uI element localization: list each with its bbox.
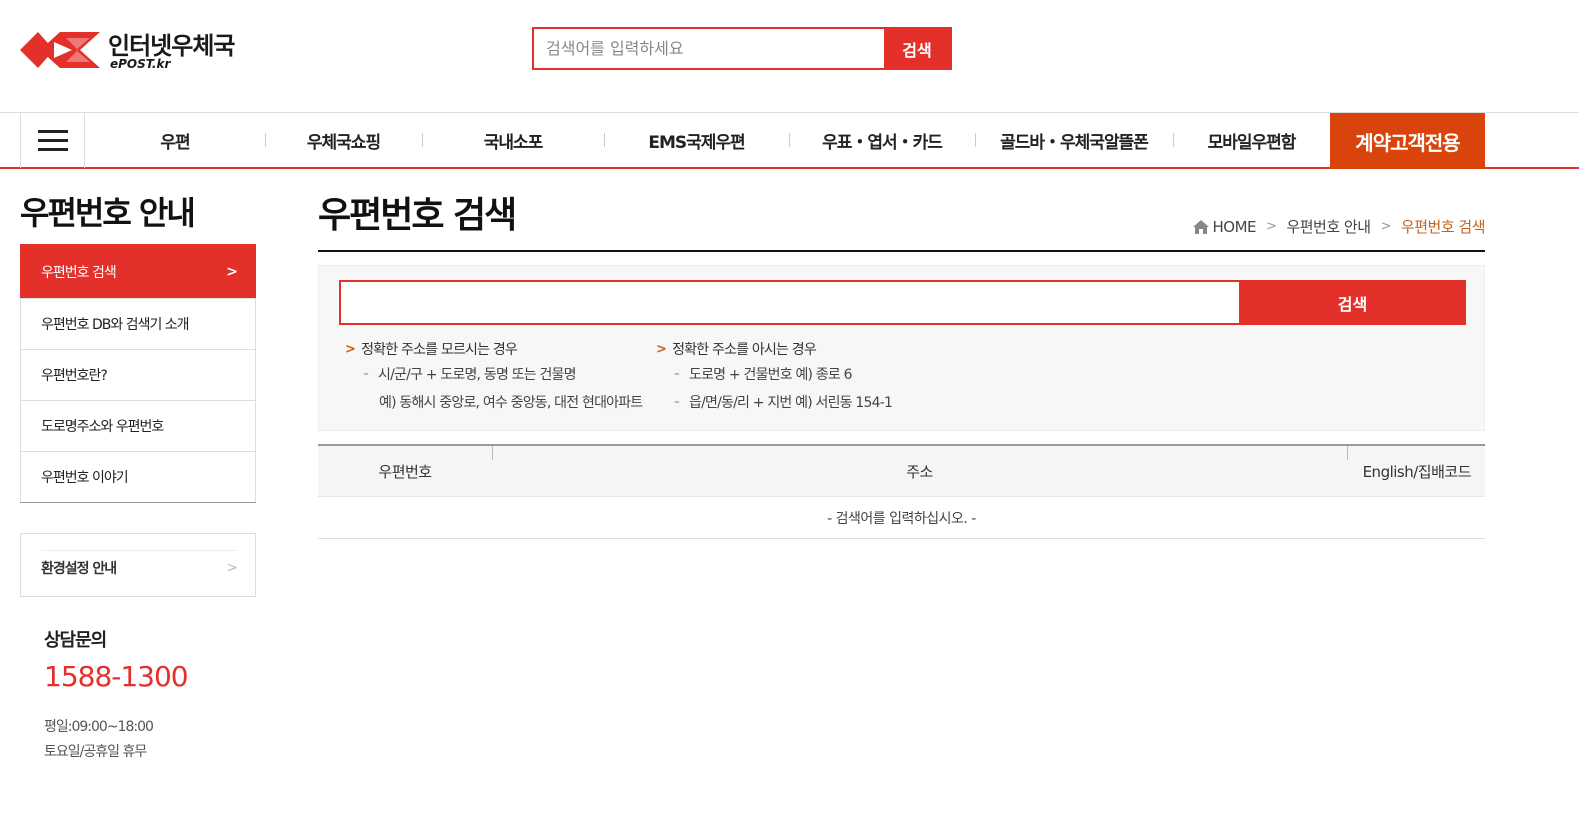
zipcode-search-input[interactable] [339,280,1239,325]
customer-service-weekday-hours: 평일:09:00~18:00 [44,719,154,735]
column-header-address: 주소 [906,462,933,481]
sidebar-item-label: 우편번호 검색 [41,264,117,281]
arrow-right-icon: > [345,341,356,357]
zipcode-search-box: 검색 [339,280,1466,325]
tip-example: 예) 동해시 중앙로, 여수 중앙동, 대전 현대아파트 [379,395,643,411]
breadcrumb-zipcode-guide[interactable]: 우편번호 안내 [1286,216,1371,237]
breadcrumb-current: 우편번호 검색 [1400,218,1486,236]
arrow-right-icon: > [656,341,667,357]
gnb-item-shopping[interactable]: 우체국쇼핑 [265,113,422,168]
gnb-item-parcel[interactable]: 국내소포 [422,113,604,168]
tips-known-address: > 정확한 주소를 아시는 경우 - 도로명 + 건물번호 예) 종로 6 - … [656,338,893,416]
gnb-item-post[interactable]: 우편 [85,113,265,168]
environment-settings-box: 환경설정 안내 > [20,533,256,597]
zipcode-search-button[interactable]: 검색 [1239,280,1466,325]
result-table: 우편번호 주소 English/집배코드 - 검색어를 입력하십시오. - [318,444,1485,539]
breadcrumb-separator-icon: > [1266,219,1277,234]
sidebar-item-label: 우편번호란? [41,368,108,384]
gnb-item-mobile-mailbox[interactable]: 모바일우편함 [1173,113,1330,168]
breadcrumb-home[interactable]: HOME [1213,218,1257,236]
customer-service-weekend-hours: 토요일/공휴일 휴무 [44,744,147,760]
sidebar-menu: 우편번호 검색 > 우편번호 DB와 검색기 소개 우편번호란? 도로명주소와 … [20,244,256,503]
sidebar-item-zipcode-story[interactable]: 우편번호 이야기 [20,451,256,502]
tip-text: 도로명 + 건물번호 예) 종로 6 [689,367,853,383]
tip-text: 시/군/구 + 도로명, 동명 또는 건물명 [378,367,577,383]
result-empty-message: - 검색어를 입력하십시오. - [318,496,1485,539]
gnb-items: 우편 우체국쇼핑 국내소포 EMS국제우편 우표・엽서・카드 골드바・우체국알뜰… [85,113,1330,168]
gnb-item-ems[interactable]: EMS국제우편 [604,113,789,168]
top-search-box: 검색 [532,27,952,70]
sidebar-item-db-intro[interactable]: 우편번호 DB와 검색기 소개 [20,298,256,349]
column-header-english: English/집배코드 [1362,462,1472,481]
tips-unknown-address: > 정확한 주소를 모르시는 경우 - 시/군/구 + 도로명, 동명 또는 건… [345,338,643,416]
column-header-zipcode: 우편번호 [378,462,432,481]
customer-service-title: 상담문의 [44,630,107,651]
contract-customer-button[interactable]: 계약고객전용 [1330,113,1485,169]
title-divider [318,250,1485,252]
environment-settings-label: 환경설정 안내 [41,560,117,577]
logo-subtitle: ePOST.kr [110,57,171,71]
epost-logo-icon [20,32,100,68]
environment-settings-link[interactable]: 환경설정 안내 > [41,550,238,584]
header: 인터넷우체국 ePOST.kr 검색 [0,0,1579,112]
chevron-right-icon: > [226,263,238,280]
top-search-button[interactable]: 검색 [884,29,950,68]
tip-heading: 정확한 주소를 모르시는 경우 [361,342,518,358]
dash-icon: - [363,366,369,382]
dash-icon: - [674,394,680,410]
top-search-input[interactable] [534,29,884,68]
result-table-header: 우편번호 주소 English/집배코드 [318,444,1485,496]
tip-text: 읍/면/동/리 + 지번 예) 서린동 154-1 [689,395,893,411]
customer-service-phone: 1588-1300 [44,660,189,693]
tip-heading: 정확한 주소를 아시는 경우 [672,342,817,358]
chevron-right-icon: > [226,559,238,576]
gnb-item-stamps[interactable]: 우표・엽서・카드 [789,113,975,168]
breadcrumb: HOME > 우편번호 안내 > 우편번호 검색 [1192,216,1486,237]
sidebar-item-what-is-zipcode[interactable]: 우편번호란? [20,349,256,400]
home-icon [1192,219,1209,234]
sidebar-item-label: 우편번호 DB와 검색기 소개 [41,317,190,333]
zipcode-search-panel: 검색 > 정확한 주소를 모르시는 경우 - 시/군/구 + 도로명, 동명 또… [318,265,1485,431]
hamburger-menu-icon[interactable] [20,113,85,168]
dash-icon: - [674,366,680,382]
page-title: 우편번호 검색 [318,195,517,236]
sidebar-item-road-address[interactable]: 도로명주소와 우편번호 [20,400,256,451]
sidebar-title: 우편번호 안내 [20,194,196,232]
site-logo[interactable]: 인터넷우체국 ePOST.kr [20,26,260,76]
breadcrumb-separator-icon: > [1380,219,1392,234]
logo-title: 인터넷우체국 [108,32,235,60]
global-navigation: 우편 우체국쇼핑 국내소포 EMS국제우편 우표・엽서・카드 골드바・우체국알뜰… [0,112,1579,169]
gnb-item-goldbar[interactable]: 골드바・우체국알뜰폰 [975,113,1173,168]
sidebar-item-zipcode-search[interactable]: 우편번호 검색 > [20,244,256,298]
sidebar-item-label: 우편번호 이야기 [41,470,129,486]
sidebar-item-label: 도로명주소와 우편번호 [41,419,164,435]
